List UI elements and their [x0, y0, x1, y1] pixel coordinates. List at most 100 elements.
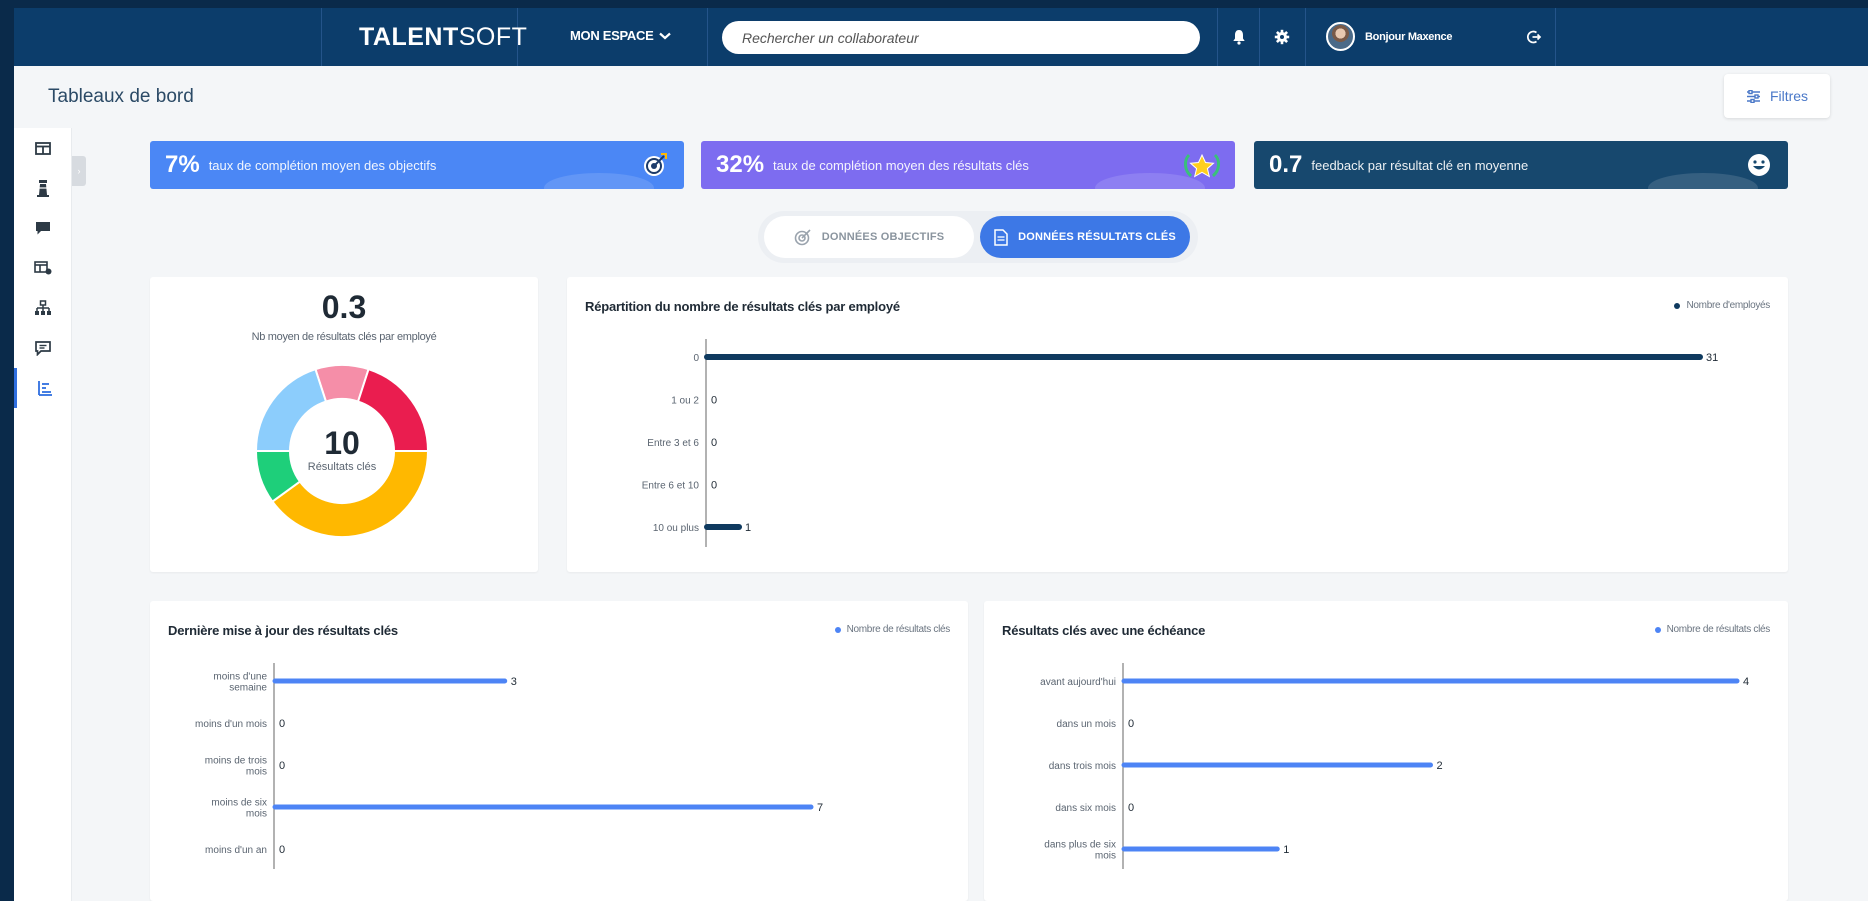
value-label: 2 [1437, 760, 1443, 772]
category-label: dans plus de six mois [1044, 840, 1116, 862]
logo-bold: TALENT [359, 23, 459, 51]
value-label: 4 [1743, 676, 1749, 688]
category-label: 1 ou 2 [671, 396, 699, 407]
filters-button[interactable]: Filtres [1724, 74, 1830, 118]
bell-icon [1233, 30, 1245, 45]
category-label: moins d'un mois [195, 719, 267, 730]
value-label: 0 [711, 437, 717, 449]
category-label: moins de six mois [211, 798, 267, 820]
value-label: 7 [817, 802, 823, 814]
kpi-label: feedback par résultat clé en moyenne [1311, 157, 1529, 173]
sidebar-expand-button[interactable]: › [72, 156, 86, 186]
category-label: 10 ou plus [653, 523, 699, 534]
user-menu[interactable]: Bonjour Maxence [1326, 22, 1452, 51]
avg-key-results-label: Nb moyen de résultats clés par employé [251, 331, 437, 343]
value-label: 0 [711, 480, 717, 492]
value-label: 0 [279, 760, 285, 772]
value-label: 0 [279, 844, 285, 856]
divider [1259, 8, 1260, 66]
feedback-icon [35, 340, 51, 356]
sidebar-item-conversations[interactable] [14, 208, 72, 248]
kpi-label: taux de complétion moyen des objectifs [208, 157, 437, 173]
sidebar-item-feedback[interactable] [14, 328, 72, 368]
chat-icon [36, 221, 50, 234]
objectives-data-tab[interactable]: DONNÉES OBJECTIFS [764, 216, 974, 258]
sidebar-item-reviews[interactable] [14, 248, 72, 288]
reporting-icon [37, 381, 52, 396]
category-label: Entre 6 et 10 [642, 481, 700, 492]
category-label: moins d'un an [205, 845, 267, 856]
deadline-chart-card: Résultats clés avec une échéance Nombre … [984, 601, 1788, 901]
sidebar-item-reporting[interactable] [14, 368, 72, 408]
last-update-chart-card: Dernière mise à jour des résultats clés … [150, 601, 968, 901]
org-chart-icon [35, 300, 51, 315]
value-label: 31 [1706, 352, 1718, 364]
summary-card: 0.3 Nb moyen de résultats clés par emplo… [150, 277, 538, 572]
target-arrow-icon [794, 229, 811, 246]
category-label: moins de trois mois [205, 756, 267, 778]
divider [707, 8, 708, 66]
sidebar-item-organization[interactable] [14, 288, 72, 328]
distribution-chart: 0 31 1 ou 2 0 Entre 3 et 6 0 Entre 6 et 10 0 10 … [642, 339, 1718, 547]
category-label: 0 [693, 353, 699, 364]
lighthouse-icon [37, 180, 49, 197]
logo-light: SOFT [458, 23, 528, 51]
category-label: dans un mois [1057, 719, 1116, 730]
mon-espace-label: MON ESPACE [570, 28, 654, 43]
sidebar-item-objectives[interactable] [14, 168, 72, 208]
divider [1555, 8, 1556, 66]
dashboard-icon [35, 141, 51, 155]
mon-espace-menu[interactable]: MON ESPACE [570, 28, 672, 43]
category-label: dans trois mois [1049, 761, 1116, 772]
category-label: dans six mois [1055, 803, 1116, 814]
value-label: 0 [279, 718, 285, 730]
category-label: Entre 3 et 6 [647, 438, 699, 449]
divider [321, 8, 322, 66]
decorative-wave [1648, 173, 1758, 189]
notifications-button[interactable] [1228, 26, 1250, 48]
sidebar-item-dashboard[interactable] [14, 128, 72, 168]
gear-icon [1274, 29, 1290, 45]
value-label: 3 [511, 676, 517, 688]
category-label: avant aujourd'hui [1040, 677, 1116, 688]
page-title: Tableaux de bord [48, 86, 194, 107]
donut-center: 10 Résultats clés [254, 427, 430, 473]
kpi-key-results-completion: 32% taux de complétion moyen des résulta… [701, 141, 1235, 189]
kpi-value: 32% [716, 151, 765, 178]
key-results-data-tab[interactable]: DONNÉES RÉSULTATS CLÉS [980, 216, 1190, 258]
logout-button[interactable] [1523, 26, 1545, 48]
value-label: 0 [711, 395, 717, 407]
star-laurel-icon [1181, 151, 1223, 179]
total-key-results-label: Résultats clés [307, 461, 377, 473]
total-key-results-value: 10 [324, 425, 360, 461]
chevron-right-icon: › [77, 166, 81, 176]
value-label: 1 [745, 522, 751, 534]
category-label: moins d'une semaine [213, 672, 267, 694]
divider [1217, 8, 1218, 66]
avatar [1326, 22, 1355, 51]
kpi-objectives-completion: 7% taux de complétion moyen des objectif… [150, 141, 684, 189]
kpi-value: 7% [165, 151, 200, 178]
value-label: 0 [1128, 802, 1134, 814]
donut-chart: 10 Résultats clés [254, 363, 430, 539]
value-label: 0 [1128, 718, 1134, 730]
filters-label: Filtres [1769, 88, 1809, 104]
logout-icon [1527, 30, 1542, 44]
distribution-chart-card: Répartition du nombre de résultats clés … [567, 277, 1788, 572]
settings-button[interactable] [1271, 26, 1293, 48]
search-input[interactable] [722, 21, 1200, 54]
decorative-wave [544, 173, 654, 189]
app-logo[interactable]: TALENTSOFT [359, 23, 527, 52]
avg-key-results-value: 0.3 [321, 289, 367, 325]
document-icon [994, 228, 1008, 246]
data-view-toggle: DONNÉES OBJECTIFS DONNÉES RÉSULTATS CLÉS [758, 211, 1198, 263]
user-greeting: Bonjour Maxence [1365, 30, 1453, 43]
kpi-value: 0.7 [1269, 151, 1303, 178]
key-results-data-label: DONNÉES RÉSULTATS CLÉS [1018, 231, 1176, 243]
objectives-data-label: DONNÉES OBJECTIFS [821, 231, 945, 243]
kpi-feedback-average: 0.7 feedback par résultat clé en moyenne [1254, 141, 1788, 189]
smiley-icon [1745, 151, 1773, 179]
deadline-chart: avant aujourd'hui 4 dans un mois 0 dans troi… [1040, 663, 1749, 869]
target-icon [641, 151, 669, 179]
sidebar [14, 128, 72, 901]
